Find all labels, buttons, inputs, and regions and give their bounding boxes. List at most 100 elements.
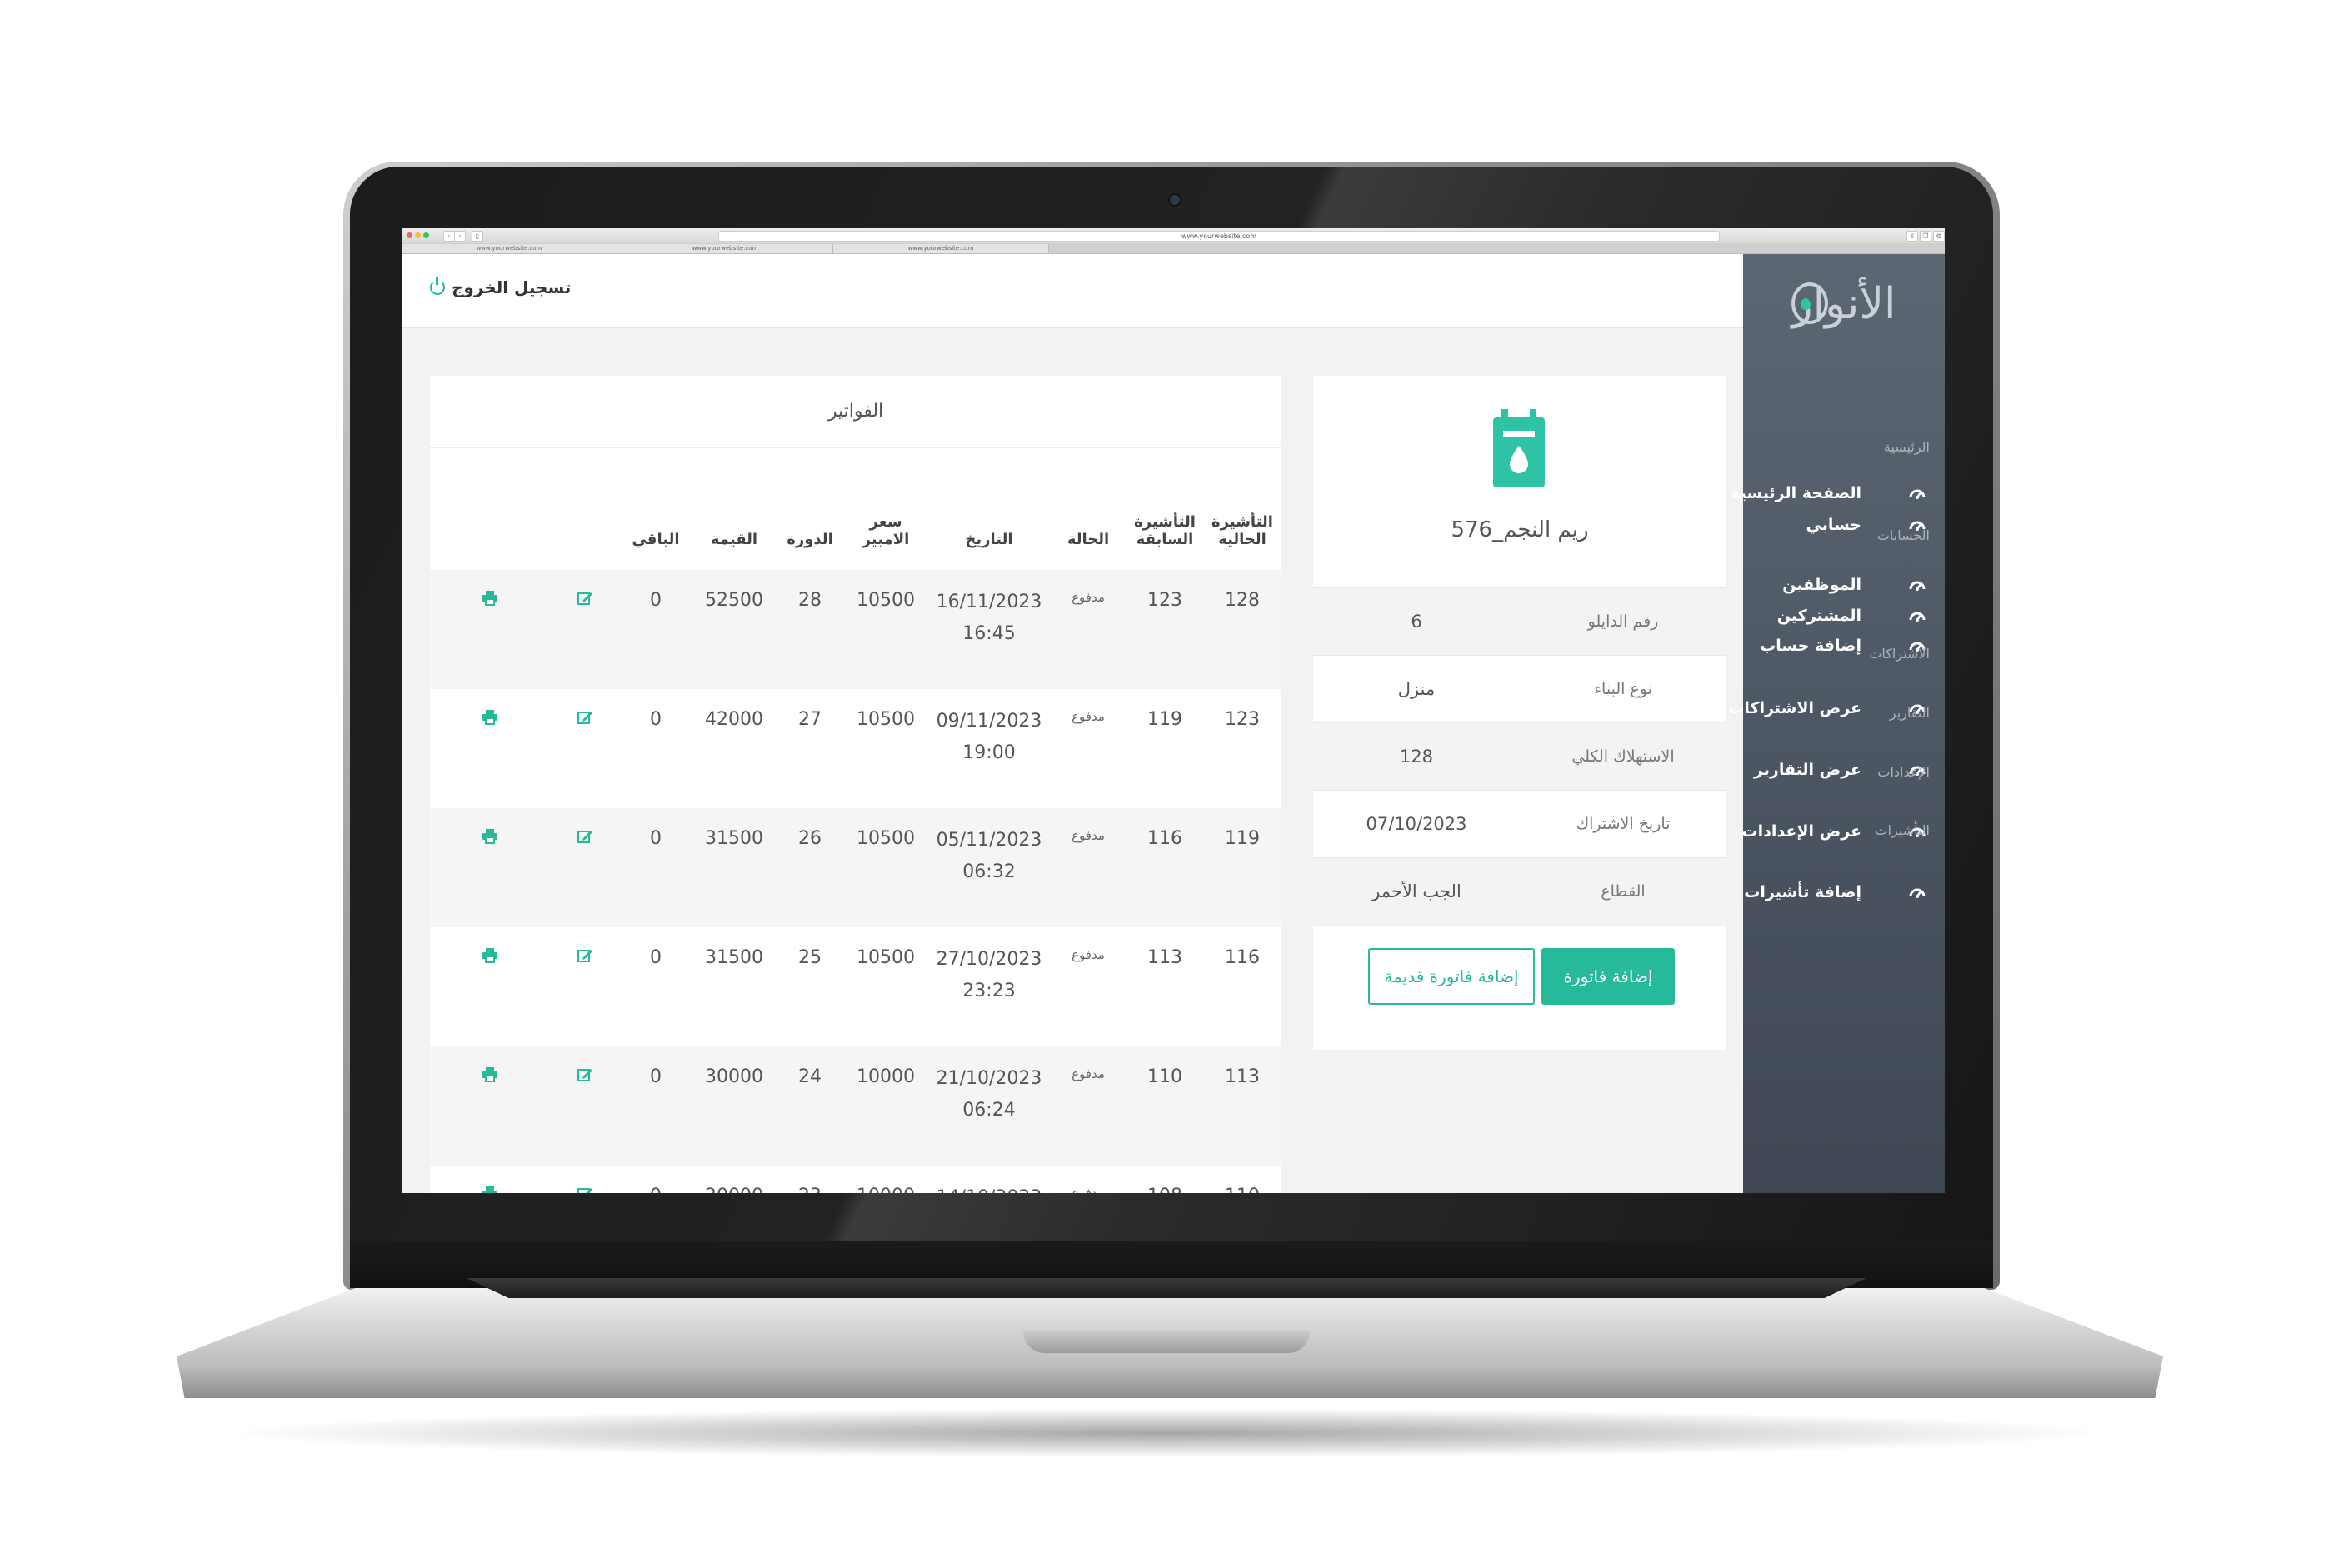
- print-icon[interactable]: [430, 570, 550, 689]
- info-key: القطاع: [1601, 882, 1646, 901]
- cell-date-time: 06:32: [962, 861, 1016, 882]
- cell-previous: 110: [1127, 1046, 1203, 1166]
- sidebar-item-label: عرض الإعدادات: [1741, 821, 1861, 841]
- info-row: رقم الدايلو 6: [1313, 587, 1726, 655]
- column-header: الحالة: [1067, 531, 1110, 548]
- minimize-window-icon[interactable]: [415, 232, 421, 238]
- browser-tab-strip: www.yourwebsite.com www.yourwebsite.com …: [402, 243, 1945, 254]
- info-key: تاريخ الاشتراك: [1576, 815, 1671, 833]
- cell-remaining: 0: [620, 689, 692, 808]
- info-key: الاستهلاك الكلي: [1571, 747, 1675, 766]
- info-row: الاستهلاك الكلي 128: [1313, 722, 1726, 790]
- print-icon[interactable]: [430, 689, 550, 808]
- edit-icon[interactable]: [550, 1166, 620, 1193]
- cell-status: مدفوع: [1050, 927, 1127, 1046]
- add-old-invoice-button[interactable]: إضافة فاتورة قديمة: [1368, 948, 1535, 1005]
- sidebar-item[interactable]: إضافة تأشيرات: [1743, 876, 1945, 909]
- back-arrow-icon[interactable]: ‹: [443, 231, 455, 242]
- invoices-table: التأشيرة الحالية التأشيرة السابقة الحالة…: [430, 449, 1281, 1193]
- cell-value: 20000: [692, 1166, 777, 1193]
- sidebar-item-label: عرض التقارير: [1753, 760, 1861, 779]
- browser-tab[interactable]: www.yourwebsite.com: [617, 244, 833, 253]
- sidebar-section-title: الرئيسية: [1883, 439, 1930, 455]
- cell-cycle: 27: [777, 689, 843, 808]
- edit-icon[interactable]: [550, 570, 620, 689]
- invoices-title: الفواتير: [430, 376, 1281, 448]
- gauge-icon: [1908, 576, 1926, 594]
- cell-amp-price: 10500: [843, 927, 928, 1046]
- cell-amp-price: 10500: [843, 570, 928, 689]
- cell-status: مدفوع: [1050, 808, 1127, 927]
- address-bar[interactable]: www.yourwebsite.com: [718, 231, 1720, 242]
- power-icon: [430, 277, 445, 295]
- print-icon[interactable]: [430, 1166, 550, 1193]
- share-icon[interactable]: ⇪: [1906, 231, 1918, 242]
- sidebar-item-label: الصفحة الرئيسية: [1731, 484, 1861, 503]
- print-icon[interactable]: [430, 1046, 550, 1166]
- cell-current: 113: [1203, 1046, 1281, 1166]
- sidebar-toggle-icon[interactable]: ▯: [472, 231, 483, 242]
- cell-amp-price: 10000: [843, 1166, 928, 1193]
- column-header: الباقي: [632, 531, 680, 548]
- browser-tab[interactable]: www.yourwebsite.com: [402, 244, 617, 253]
- add-invoice-button[interactable]: إضافة فاتورة: [1541, 948, 1675, 1005]
- invoices-panel: الفواتير التأشيرة الحالية التأشيرة الساب…: [430, 376, 1281, 1193]
- browser-tab[interactable]: www.yourwebsite.com: [833, 244, 1049, 253]
- meter-icon: [1493, 409, 1545, 487]
- column-header: القيمة: [710, 531, 758, 548]
- cell-cycle: 28: [777, 570, 843, 689]
- laptop-shadow: [217, 1408, 2116, 1458]
- settings-icon[interactable]: ⚙: [1933, 231, 1945, 242]
- cell-current: 116: [1203, 927, 1281, 1046]
- cell-date: 27/10/2023 23:23: [928, 927, 1050, 1046]
- edit-icon[interactable]: [550, 808, 620, 927]
- logo-drop-icon: [1801, 298, 1811, 310]
- cell-cycle: 25: [777, 927, 843, 1046]
- cell-previous: 116: [1127, 808, 1203, 927]
- cell-status: مدفوع: [1050, 570, 1127, 689]
- cell-cycle: 24: [777, 1046, 843, 1166]
- edit-icon[interactable]: [550, 689, 620, 808]
- logout-label: تسجيل الخروج: [452, 277, 572, 297]
- table-row: 123 119 مدفوع 09/11/2023 19:00 10500 27 42000 0: [430, 689, 1281, 808]
- screen: ‹ › ▯ www.yourwebsite.com ⇪ ❐ ⚙ www.your…: [402, 228, 1945, 1193]
- table-row: 116 113 مدفوع 27/10/2023 23:23 10500 25 31500 0: [430, 927, 1281, 1046]
- column-header-print: [430, 449, 550, 570]
- cell-status: مدفوع: [1050, 1046, 1127, 1166]
- print-icon[interactable]: [430, 927, 550, 1046]
- sidebar-item[interactable]: الموظفين: [1743, 568, 1945, 602]
- sidebar-section-title: التأشيرات: [1875, 822, 1930, 838]
- laptop-notch: [1023, 1330, 1310, 1353]
- cell-date-time: 23:23: [962, 981, 1016, 1001]
- cell-value: 52500: [692, 570, 777, 689]
- info-row: تاريخ الاشتراك 07/10/2023: [1313, 790, 1726, 857]
- logout-button[interactable]: تسجيل الخروج: [430, 277, 571, 297]
- info-row: نوع البناء منزل: [1313, 655, 1726, 722]
- cell-amp-price: 10500: [843, 808, 928, 927]
- cell-date: 21/10/2023 06:24: [928, 1046, 1050, 1166]
- column-header: الدورة: [787, 531, 833, 548]
- tabs-icon[interactable]: ❐: [1920, 231, 1931, 242]
- cell-date-day: 27/10/2023: [936, 949, 1042, 970]
- print-icon[interactable]: [430, 808, 550, 927]
- info-value: 07/10/2023: [1366, 814, 1467, 834]
- cell-status: مدفوع: [1050, 1166, 1127, 1193]
- cell-value: 30000: [692, 1046, 777, 1166]
- cell-date-time: 16:45: [962, 623, 1016, 644]
- info-value: 6: [1411, 612, 1422, 632]
- edit-icon[interactable]: [550, 927, 620, 1046]
- info-value: الجب الأحمر: [1371, 881, 1461, 901]
- cell-current: 128: [1203, 570, 1281, 689]
- column-header: التأشيرة السابقة: [1134, 513, 1196, 548]
- camera-icon: [1168, 193, 1181, 207]
- edit-icon[interactable]: [550, 1046, 620, 1166]
- cell-remaining: 0: [620, 1166, 692, 1193]
- browser-toolbar: ‹ › ▯ www.yourwebsite.com ⇪ ❐ ⚙: [402, 228, 1945, 244]
- info-value: 128: [1399, 747, 1434, 767]
- close-window-icon[interactable]: [407, 232, 412, 238]
- sidebar-item[interactable]: الصفحة الرئيسية: [1731, 477, 1945, 510]
- sidebar-item[interactable]: المشتركين: [1743, 599, 1945, 632]
- maximize-window-icon[interactable]: [423, 232, 429, 238]
- forward-arrow-icon[interactable]: ›: [454, 231, 466, 242]
- laptop-hinge: [467, 1278, 1866, 1298]
